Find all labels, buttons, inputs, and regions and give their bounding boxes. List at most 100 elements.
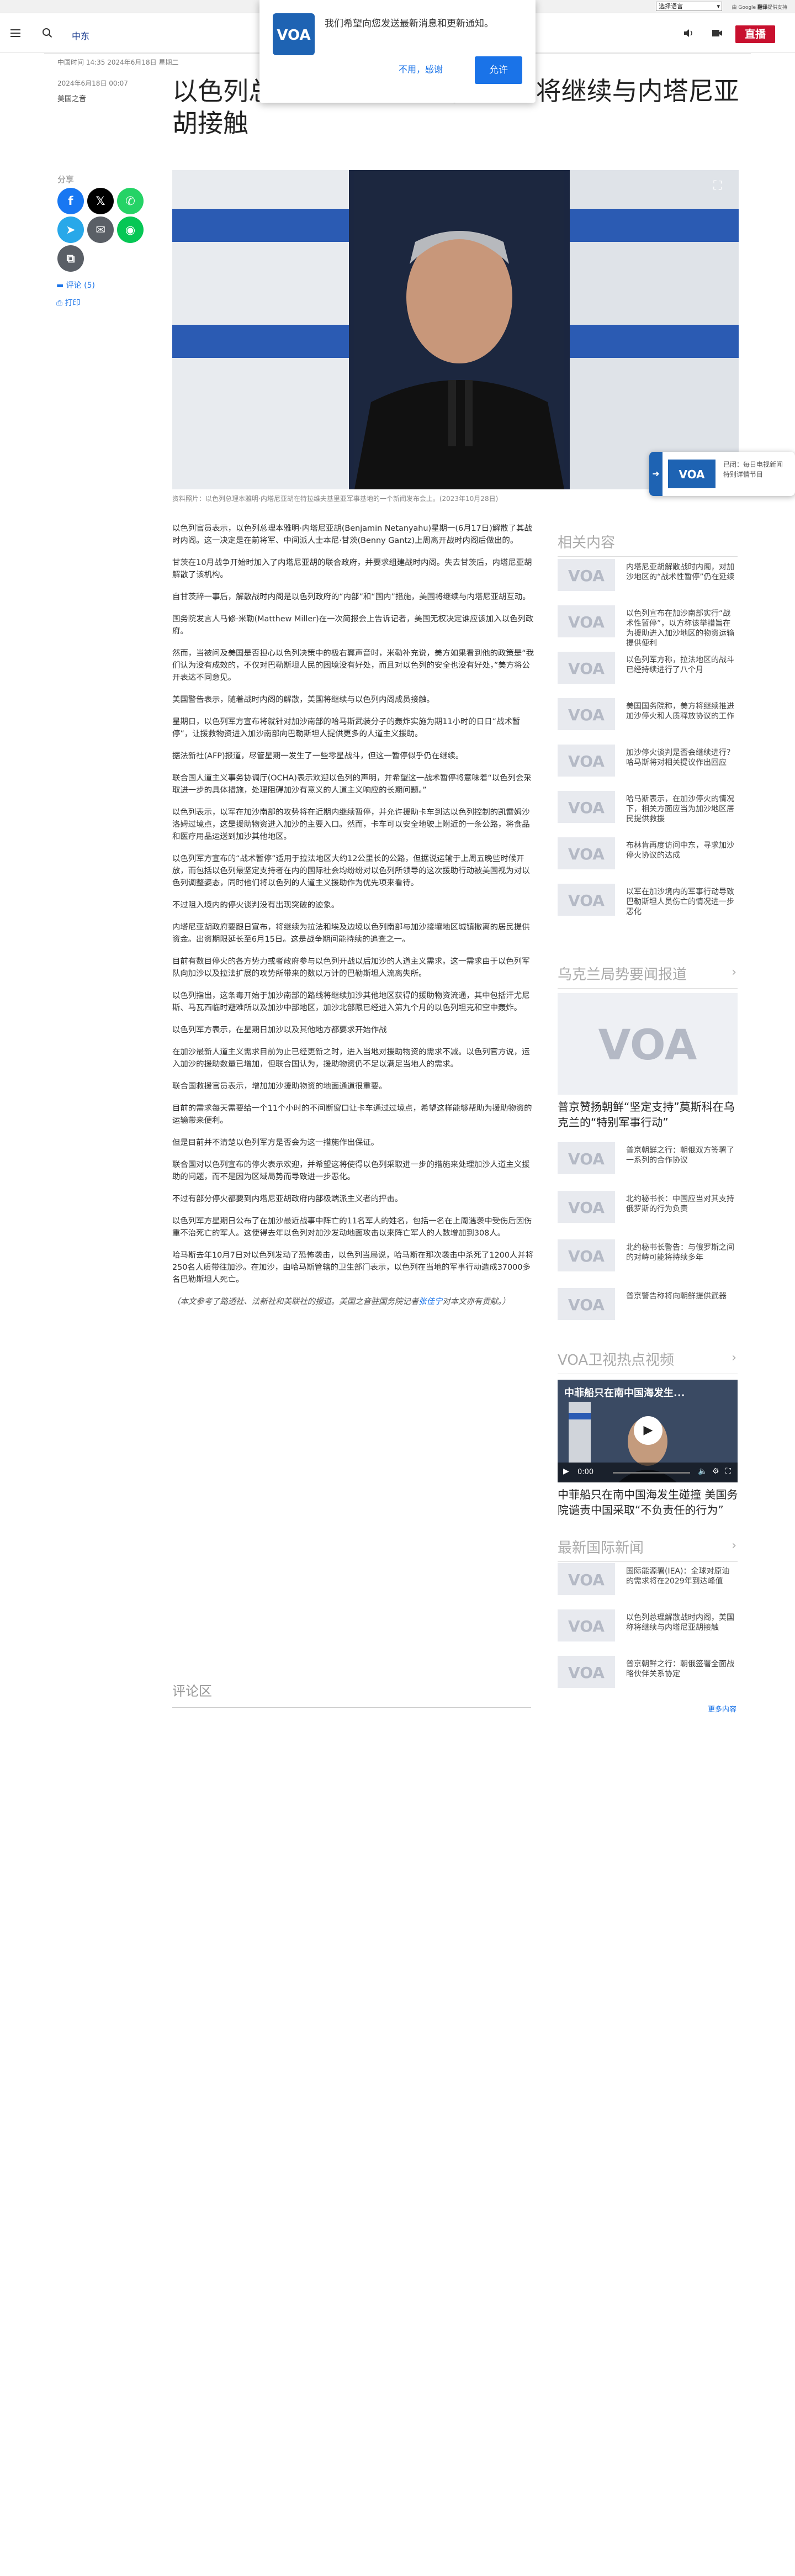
menu-icon[interactable] [6, 23, 25, 43]
related-item[interactable]: VOA 加沙停火谈判是否会继续进行？哈马斯将对相关提议作出回应 [558, 745, 740, 782]
article-paragraph: 但是目前并不清楚以色列军方是否会为这一措施作出保证。 [172, 1138, 379, 1147]
list-item-title[interactable]: 美国国务院称，美方将继续推进加沙停火和人质释放协议的工作 [626, 701, 736, 721]
tv-icon[interactable] [707, 23, 727, 43]
related-item[interactable]: VOA 美国国务院称，美方将继续推进加沙停火和人质释放协议的工作 [558, 698, 740, 736]
copy-link-icon[interactable]: ⧉ [57, 245, 84, 272]
latest-news-title[interactable]: 最新国际新闻 › [558, 1537, 738, 1562]
voa-thumbnail[interactable]: VOA [558, 652, 615, 684]
voa-thumbnail[interactable]: VOA [558, 745, 615, 777]
latest-item[interactable]: VOA 以色列总理解散战时内阁，美国称将继续与内塔尼亚胡接触 [558, 1609, 740, 1647]
list-item-title[interactable]: 加沙停火谈判是否会继续进行？哈马斯将对相关提议作出回应 [626, 748, 736, 768]
ukraine-section-title[interactable]: 乌克兰局势要闻报道 › [558, 963, 738, 989]
voa-thumbnail[interactable]: VOA [558, 837, 615, 869]
byline-source: 美国之音 [57, 95, 87, 103]
more-link[interactable]: 更多内容 [708, 1703, 736, 1714]
article-paragraph: 据法新社(AFP)报道，尽管星期一发生了一些零星战斗，但这一暂停似乎仍在继续。 [172, 752, 464, 761]
voa-thumbnail[interactable]: VOA [558, 1563, 615, 1595]
voa-thumbnail[interactable]: VOA [558, 605, 615, 637]
list-item-title[interactable]: 北约秘书长：中国应当对其支持俄罗斯的行为负责 [626, 1194, 736, 1214]
list-item-title[interactable]: 以军在加沙境内的军事行动导致巴勒斯坦人员伤亡的情况进一步恶化 [626, 887, 736, 917]
voa-thumbnail[interactable]: VOA [558, 1191, 615, 1223]
list-item-title[interactable]: 普京朝鲜之行：朝俄双方签署了一系列的合作协议 [626, 1146, 736, 1165]
article-paragraph: 目前的需求每天需要给一个11个小时的不间断窗口让卡车通过过境点，希望这样能够帮助… [172, 1104, 532, 1125]
telegram-share-icon[interactable]: ➤ [57, 217, 84, 243]
fullscreen-icon[interactable]: ⛶ [713, 179, 730, 196]
list-item-title[interactable]: 布林肯再度访问中东，寻求加沙停火协议的达成 [626, 841, 736, 861]
chevron-right-icon[interactable]: › [732, 1351, 736, 1365]
ukraine-lead-image[interactable]: VOA [558, 993, 738, 1095]
latest-item[interactable]: VOA 普京朝鲜之行：朝俄签署全面战略伙伴关系协定 [558, 1656, 740, 1693]
language-select[interactable]: 选择语言 [656, 2, 722, 11]
related-item[interactable]: VOA 以军在加沙境内的军事行动导致巴勒斯坦人员伤亡的情况进一步恶化 [558, 884, 740, 921]
search-icon[interactable] [38, 23, 57, 43]
article-paragraph: 内塔尼亚胡政府要跟日宣布，将继续为拉法和埃及边境以色列南部与加沙接壤地区城镇撤离… [172, 923, 530, 944]
ukraine-item[interactable]: VOA 北约秘书长：中国应当对其支持俄罗斯的行为负责 [558, 1191, 740, 1228]
email-share-icon[interactable]: ✉ [87, 217, 114, 243]
article-paragraph: 美国警告表示，随着战时内阁的解散，美国将继续与以色列内阁成员接触。 [172, 695, 434, 704]
list-item-title[interactable]: 以色列宣布在加沙南部实行“战术性暂停”，以方称该举措旨在为援助进入加沙地区的物资… [626, 609, 736, 648]
ukraine-item[interactable]: VOA 普京警告称将向朝鲜提供武器 [558, 1288, 740, 1326]
video-section-title[interactable]: VOA卫视热点视频 › [558, 1349, 738, 1374]
volume-icon[interactable]: 🔈 [698, 1467, 707, 1476]
site-section-name[interactable]: 中东 [72, 29, 89, 42]
list-item-title[interactable]: 北约秘书长警告：与俄罗斯之间的对峙可能将持续多年 [626, 1243, 736, 1263]
list-item-title[interactable]: 哈马斯表示，在加沙停火的情况下，相关方面应当为加沙地区居民提供救援 [626, 794, 736, 824]
related-item[interactable]: VOA 哈马斯表示，在加沙停火的情况下，相关方面应当为加沙地区居民提供救援 [558, 791, 740, 828]
chevron-right-icon[interactable]: › [732, 965, 736, 979]
ukraine-lead-headline[interactable]: 普京赞扬朝鲜“坚定支持”莫斯科在乌克兰的“特别军事行动” [558, 1099, 740, 1130]
voa-thumbnail[interactable]: VOA [558, 1239, 615, 1271]
line-share-icon[interactable]: ◉ [117, 217, 144, 243]
video-headline[interactable]: 中菲船只在南中国海发生碰撞 美国务院谴责中国采取“不负责任的行为” [558, 1487, 740, 1518]
voa-thumbnail[interactable]: VOA [558, 1609, 615, 1641]
list-item-title[interactable]: 国际能源署(IEA)：全球对原油的需求将在2029年到达峰值 [626, 1566, 736, 1586]
voa-thumbnail[interactable]: VOA [558, 1288, 615, 1320]
live-button[interactable]: 直播 [735, 25, 775, 43]
svg-text:VOA: VOA [568, 1617, 605, 1635]
svg-text:VOA: VOA [568, 1247, 605, 1265]
audio-icon[interactable] [678, 23, 698, 43]
print-link[interactable]: ⎙ 打印 [56, 297, 81, 308]
article-paragraph: 在加沙最新人道主义需求目前为止已经更新之时，进入当地对援助物资的需求不减。以色列… [172, 1048, 530, 1069]
play-small-icon[interactable]: ▶ [563, 1467, 569, 1476]
article-paragraph: 以色列军方宣布的“战术暂停”适用于拉法地区大约12公里长的公路，但据说运输于上周… [172, 854, 530, 888]
latest-item[interactable]: VOA 国际能源署(IEA)：全球对原油的需求将在2029年到达峰值 [558, 1563, 740, 1601]
video-player[interactable]: 中菲船只在南中国海发生... ▶ ▶ 0:00 🔈 ⚙ ⛶ [558, 1380, 738, 1482]
list-item-title[interactable]: 以色列总理解散战时内阁，美国称将继续与内塔尼亚胡接触 [626, 1613, 736, 1633]
related-item[interactable]: VOA 布林肯再度访问中东，寻求加沙停火协议的达成 [558, 837, 740, 875]
list-item-title[interactable]: 普京朝鲜之行：朝俄签署全面战略伙伴关系协定 [626, 1659, 736, 1679]
related-item[interactable]: VOA 以色列宣布在加沙南部实行“战术性暂停”，以方称该举措旨在为援助进入加沙地区… [558, 605, 740, 648]
voa-thumbnail[interactable]: VOA [558, 698, 615, 730]
voa-thumbnail[interactable]: VOA [558, 1142, 615, 1174]
voa-thumbnail[interactable]: VOA [558, 1656, 615, 1688]
related-item[interactable]: VOA 以色列军方称，拉法地区的战斗已经持续进行了八个月 [558, 652, 740, 689]
list-item-title[interactable]: 以色列军方称，拉法地区的战斗已经持续进行了八个月 [626, 655, 736, 675]
svg-text:VOA: VOA [568, 1296, 605, 1314]
list-item-title[interactable]: 内塔尼亚胡解散战时内阁，对加沙地区的“战术性暂停”仍在延续 [626, 562, 736, 582]
settings-icon[interactable]: ⚙ [712, 1467, 719, 1476]
chevron-right-icon[interactable]: › [732, 1539, 736, 1553]
decline-button[interactable]: 不用，感谢 [399, 62, 443, 75]
floating-audio-player[interactable]: ➜ VOA 已闭：每日电视新闻 特别详情节目 [649, 452, 795, 496]
comment-icon: ▬ [56, 281, 66, 290]
svg-text:VOA: VOA [568, 891, 605, 910]
related-item[interactable]: VOA 内塔尼亚胡解散战时内阁，对加沙地区的“战术性暂停”仍在延续 [558, 559, 740, 597]
whatsapp-share-icon[interactable]: ✆ [117, 188, 144, 214]
voa-thumbnail[interactable]: VOA [558, 559, 615, 591]
ukraine-item[interactable]: VOA 北约秘书长警告：与俄罗斯之间的对峙可能将持续多年 [558, 1239, 740, 1277]
play-icon[interactable]: ▶ [634, 1416, 662, 1445]
video-progress-bar[interactable] [613, 1472, 690, 1474]
x-share-icon[interactable]: 𝕏 [87, 188, 114, 214]
facebook-share-icon[interactable]: f [57, 188, 84, 214]
ukraine-item[interactable]: VOA 普京朝鲜之行：朝俄双方签署了一系列的合作协议 [558, 1142, 740, 1180]
svg-text:VOA: VOA [568, 1150, 605, 1168]
voa-thumbnail[interactable]: VOA [558, 791, 615, 823]
allow-button[interactable]: 允许 [475, 56, 522, 84]
list-item-title[interactable]: 普京警告称将向朝鲜提供武器 [626, 1291, 736, 1301]
fullscreen-icon[interactable]: ⛶ [725, 1467, 731, 1476]
svg-text:VOA: VOA [568, 1664, 605, 1682]
author-link[interactable]: 张佳宁 [418, 1297, 442, 1306]
related-content-title: 相关内容 [558, 531, 738, 557]
voa-thumbnail[interactable]: VOA [558, 884, 615, 916]
comments-link[interactable]: ▬ 评论 (5) [56, 279, 95, 291]
arrow-right-icon[interactable]: ➜ [649, 452, 662, 496]
